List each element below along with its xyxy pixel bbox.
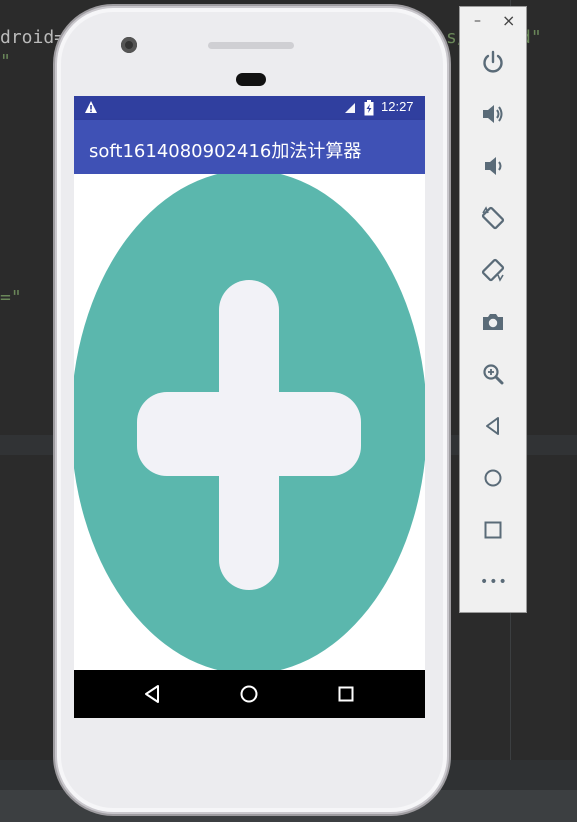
emulator-control-panel: – × ••• (459, 6, 527, 613)
rotate-left-icon[interactable] (480, 205, 506, 231)
volume-down-icon[interactable] (480, 153, 506, 179)
overview-icon[interactable] (480, 517, 506, 543)
back-triangle-icon[interactable] (140, 682, 164, 706)
front-camera (121, 37, 137, 53)
app-title: soft1614080902416加法计算器 (89, 141, 362, 162)
back-icon[interactable] (480, 413, 506, 439)
status-time: 12:27 (381, 99, 414, 114)
warning-icon (85, 101, 97, 113)
plus-horizontal-bar (137, 392, 361, 476)
status-bar: ! 12:27 (74, 96, 425, 120)
earpiece-speaker (208, 42, 294, 49)
plus-sign-image (74, 174, 425, 670)
proximity-sensor (236, 73, 266, 86)
svg-text:!: ! (354, 105, 357, 114)
signal-icon: ! (345, 103, 357, 114)
volume-up-icon[interactable] (480, 101, 506, 127)
recents-square-icon[interactable] (334, 682, 358, 706)
more-icon[interactable]: ••• (480, 569, 507, 595)
close-button[interactable]: × (502, 11, 515, 30)
power-icon[interactable] (480, 49, 506, 75)
ide-code-line-3: =" (0, 287, 22, 308)
ide-code-line-2: " (0, 51, 11, 72)
app-bar: soft1614080902416加法计算器 (74, 120, 425, 174)
camera-icon[interactable] (480, 309, 506, 335)
minimize-button[interactable]: – (474, 13, 481, 29)
navigation-bar (74, 670, 425, 718)
content-area (74, 174, 425, 670)
home-icon[interactable] (480, 465, 506, 491)
phone-screen: ! 12:27 soft1614080902416加法计算器 (74, 96, 425, 718)
rotate-right-icon[interactable] (480, 257, 506, 283)
battery-charging-icon (364, 100, 374, 116)
zoom-icon[interactable] (480, 361, 506, 387)
home-circle-icon[interactable] (237, 682, 261, 706)
